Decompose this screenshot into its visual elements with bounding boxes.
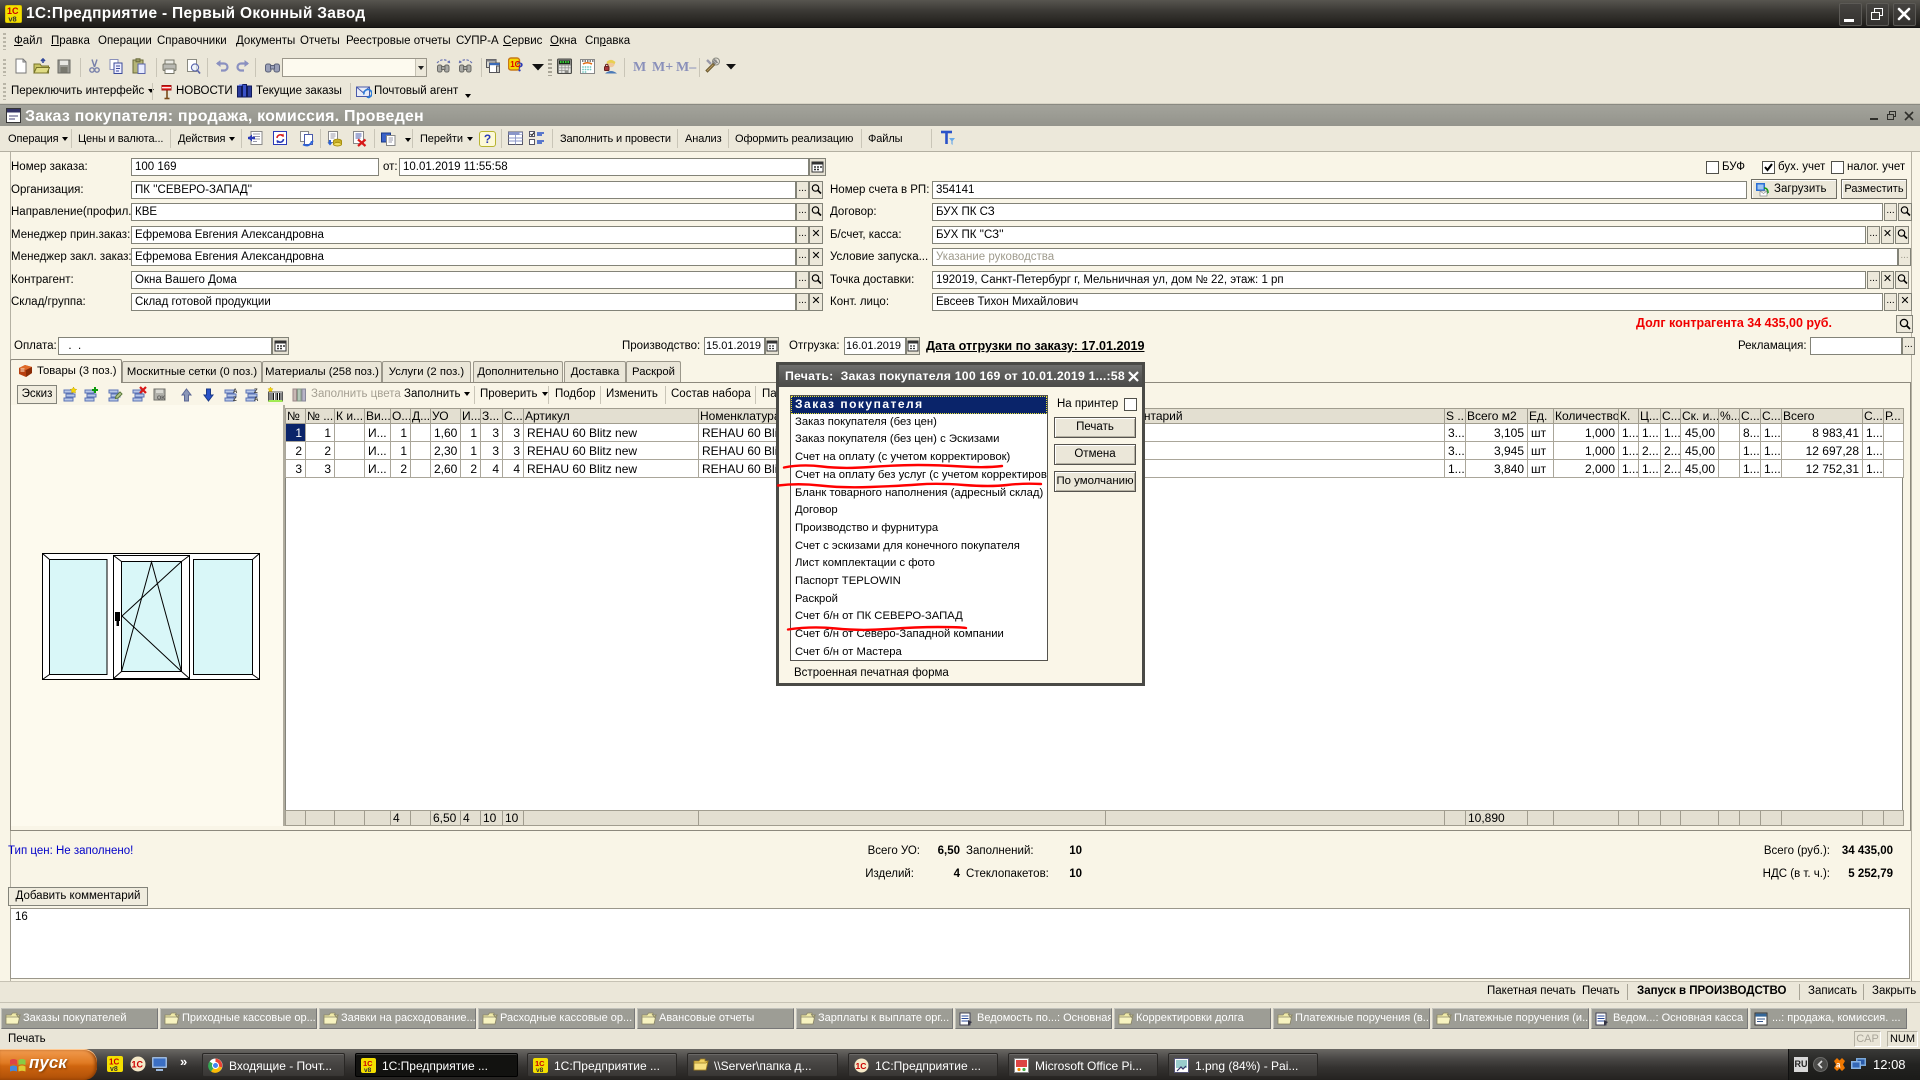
- svg-text:a: a: [1836, 1061, 1841, 1070]
- svg-text:v8: v8: [8, 15, 16, 24]
- svg-text:1С: 1С: [856, 1061, 867, 1071]
- svg-text:A: A: [254, 397, 259, 403]
- svg-text:1С: 1С: [132, 1060, 144, 1070]
- svg-text:?: ?: [517, 61, 524, 75]
- svg-text:v8: v8: [536, 1067, 544, 1073]
- svg-text:OK: OK: [157, 396, 165, 402]
- svg-text:Z: Z: [254, 389, 258, 395]
- svg-text:A: A: [233, 389, 238, 395]
- svg-text:v8: v8: [110, 1066, 118, 1072]
- svg-text:v8: v8: [364, 1067, 372, 1073]
- svg-text:Z: Z: [233, 397, 237, 403]
